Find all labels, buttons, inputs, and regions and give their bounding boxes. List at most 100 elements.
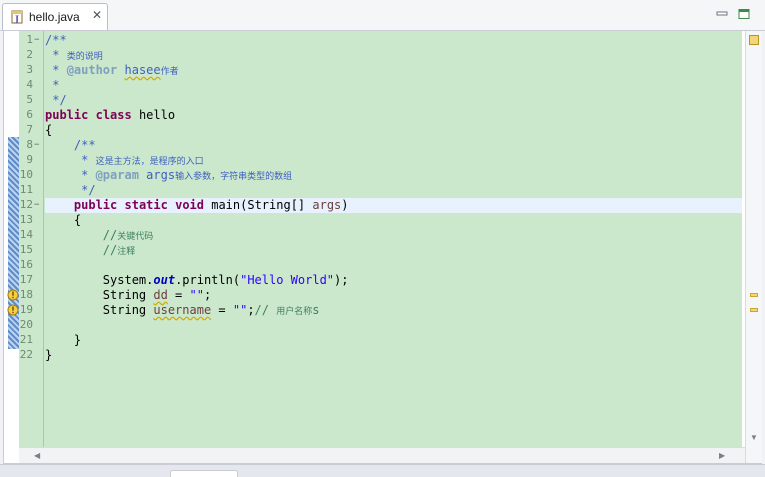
scroll-left-icon[interactable]: ◀ (34, 451, 40, 460)
fold-toggle-icon[interactable]: − (34, 36, 42, 45)
quick-diff-marker (8, 137, 19, 349)
code-token: { (45, 123, 53, 137)
code-line[interactable]: } (45, 333, 742, 348)
code-line[interactable]: System.out.println("Hello World"); (45, 273, 742, 288)
warning-summary-icon[interactable] (749, 35, 759, 45)
overview-warning-marker[interactable] (750, 293, 758, 297)
overview-warning-marker[interactable] (750, 308, 758, 312)
code-token: .println( (175, 273, 241, 287)
code-line[interactable]: */ (45, 183, 742, 198)
code-line[interactable]: String username = "";// 用户名称s (45, 303, 742, 318)
scroll-down-icon[interactable]: ▼ (750, 433, 758, 442)
line-number: 21 (19, 333, 33, 346)
code-token: // (45, 228, 118, 242)
code-line[interactable] (45, 258, 742, 273)
code-line[interactable]: } (45, 348, 742, 363)
code-line[interactable]: String dd = ""; (45, 288, 742, 303)
code-token: ); (334, 273, 349, 287)
scroll-right-icon[interactable]: ▶ (719, 451, 725, 460)
tab-hello-java[interactable]: J hello.java ✕ (2, 3, 108, 30)
code-token: out (153, 273, 176, 287)
code-token: = (167, 288, 190, 302)
code-token: * (45, 168, 96, 182)
change-ruler (4, 31, 19, 447)
java-editor: 1−2 3 4 5 6 7 8−9 10 11 12−13 14 15 16 17 18 19 20 21 22 /… (3, 30, 762, 464)
code-token: "Hello World" (240, 273, 335, 287)
code-token: 类的说明 (66, 52, 103, 62)
code-token: /** (45, 138, 96, 152)
code-token: args (138, 168, 176, 182)
code-line[interactable]: * 类的说明 (45, 48, 742, 63)
code-token: "" (232, 303, 248, 317)
code-line[interactable]: * @param args输入参数，字符串类型的数组 (45, 168, 742, 183)
code-token: ) (341, 198, 349, 212)
code-line[interactable]: public static void main(String[] args) (45, 198, 742, 213)
code-line[interactable]: public class hello (45, 108, 742, 123)
code-token: 输入参数，字符串类型的数组 (175, 172, 293, 182)
fold-toggle-icon[interactable]: − (34, 141, 42, 150)
close-icon[interactable]: ✕ (91, 9, 103, 21)
code-token: 用户名称 (276, 307, 313, 317)
code-token: System. (45, 273, 154, 287)
code-line[interactable]: */ (45, 93, 742, 108)
code-token: // (254, 303, 277, 317)
code-token: main(String[] (204, 198, 313, 212)
warning-icon[interactable] (7, 289, 19, 301)
code-line[interactable]: { (45, 123, 742, 138)
line-number: 13 (19, 213, 33, 226)
code-line[interactable]: //关键代码 (45, 228, 742, 243)
overview-ruler[interactable]: ▼ (745, 31, 762, 463)
code-token: args (312, 198, 342, 212)
editor-tab-bar: J hello.java ✕ (0, 0, 765, 31)
svg-text:J: J (14, 14, 19, 24)
code-token: 作者 (160, 67, 179, 77)
code-line[interactable]: /** (45, 33, 742, 48)
code-token: * (45, 48, 67, 62)
maximize-icon[interactable] (738, 9, 750, 19)
code-token: void (175, 198, 204, 212)
code-token: ; (247, 303, 255, 317)
code-token: public (73, 198, 118, 212)
code-text[interactable]: /** * 类的说明 * @author hasee作者 * */public … (45, 31, 742, 447)
code-line[interactable]: /** (45, 138, 742, 153)
code-line[interactable]: { (45, 213, 742, 228)
code-token: ; (203, 288, 212, 302)
line-number: 20 (19, 318, 33, 331)
code-token: hello (131, 108, 176, 122)
code-token: * (45, 78, 60, 92)
code-token: } (45, 333, 82, 347)
code-token: * (45, 63, 67, 77)
code-token: */ (45, 183, 96, 197)
code-token: String (45, 288, 154, 302)
line-number: 5 (26, 93, 33, 106)
line-number-ruler: 1−2 3 4 5 6 7 8−9 10 11 12−13 14 15 16 17 18 19 20 21 22 (19, 31, 44, 447)
code-token: 这是主方法，是程序的入口 (95, 157, 204, 167)
code-line[interactable]: //注释 (45, 243, 742, 258)
warning-icon[interactable] (7, 304, 19, 316)
line-number: 9 (26, 153, 33, 166)
code-token: } (45, 348, 53, 362)
code-token: * (45, 153, 96, 167)
line-number: 14 (19, 228, 33, 241)
line-number: 7 (26, 123, 33, 136)
line-number: 3 (26, 63, 33, 76)
code-token: dd (153, 288, 168, 302)
code-line[interactable]: * (45, 78, 742, 93)
line-number: 1 (26, 33, 33, 46)
line-number: 2 (26, 48, 33, 61)
line-number: 16 (19, 258, 33, 271)
minimize-icon[interactable] (716, 9, 728, 19)
code-area[interactable]: 1−2 3 4 5 6 7 8−9 10 11 12−13 14 15 16 17 18 19 20 21 22 /… (19, 31, 742, 447)
fold-toggle-icon[interactable]: − (34, 201, 42, 210)
code-token: */ (45, 93, 67, 107)
horizontal-scrollbar[interactable]: ◀ ▶ (19, 447, 745, 463)
line-number: 22 (19, 348, 33, 361)
code-line[interactable]: * @author hasee作者 (45, 63, 742, 78)
code-line[interactable] (45, 318, 742, 333)
code-line[interactable]: * 这是主方法，是程序的入口 (45, 153, 742, 168)
tab-title: hello.java (29, 10, 80, 24)
